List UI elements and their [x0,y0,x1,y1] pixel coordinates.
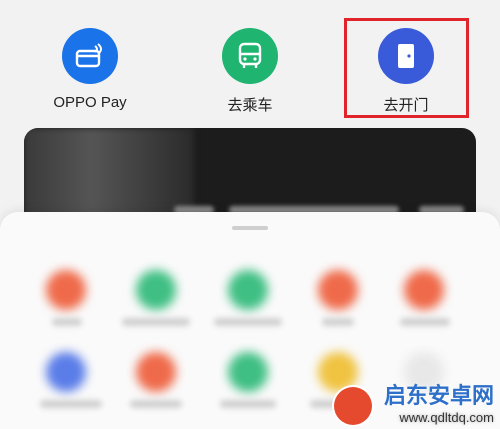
ride-label: 去乘车 [227,97,273,114]
blurred-app-label [130,400,182,408]
sheet-handle[interactable] [232,226,268,230]
watermark-title: 启东安卓网 [383,383,494,408]
oppo-pay-action[interactable]: OPPO Pay [30,28,150,111]
blurred-app-icon[interactable] [318,270,358,310]
blurred-app-icon[interactable] [46,352,86,392]
blurred-app-label [400,318,450,326]
bus-icon [222,28,278,84]
blurred-app-icon[interactable] [228,270,268,310]
blurred-app-label [52,318,82,326]
blurred-app-icon[interactable] [318,352,358,392]
blurred-app-label [214,318,282,326]
blurred-app-icon[interactable] [136,270,176,310]
highlight-box [344,18,469,118]
blurred-app-icon[interactable] [136,352,176,392]
blurred-app-label [220,400,276,408]
ride-action[interactable]: 去乘车 [190,28,310,115]
blurred-app-icon[interactable] [228,352,268,392]
blurred-app-label [40,400,102,408]
blurred-app-icon[interactable] [404,270,444,310]
blurred-app-label [122,318,190,326]
blurred-app-label [322,318,354,326]
card-icon [62,28,118,84]
oppo-pay-label: OPPO Pay [53,94,127,111]
blurred-app-icon[interactable] [46,270,86,310]
watermark: 启东安卓网 www.qdltdq.com [384,378,494,425]
watermark-logo-icon [334,387,372,425]
quick-actions-row: OPPO Pay 去乘车 去开门 [0,0,500,125]
watermark-url: www.qdltdq.com [399,410,494,425]
